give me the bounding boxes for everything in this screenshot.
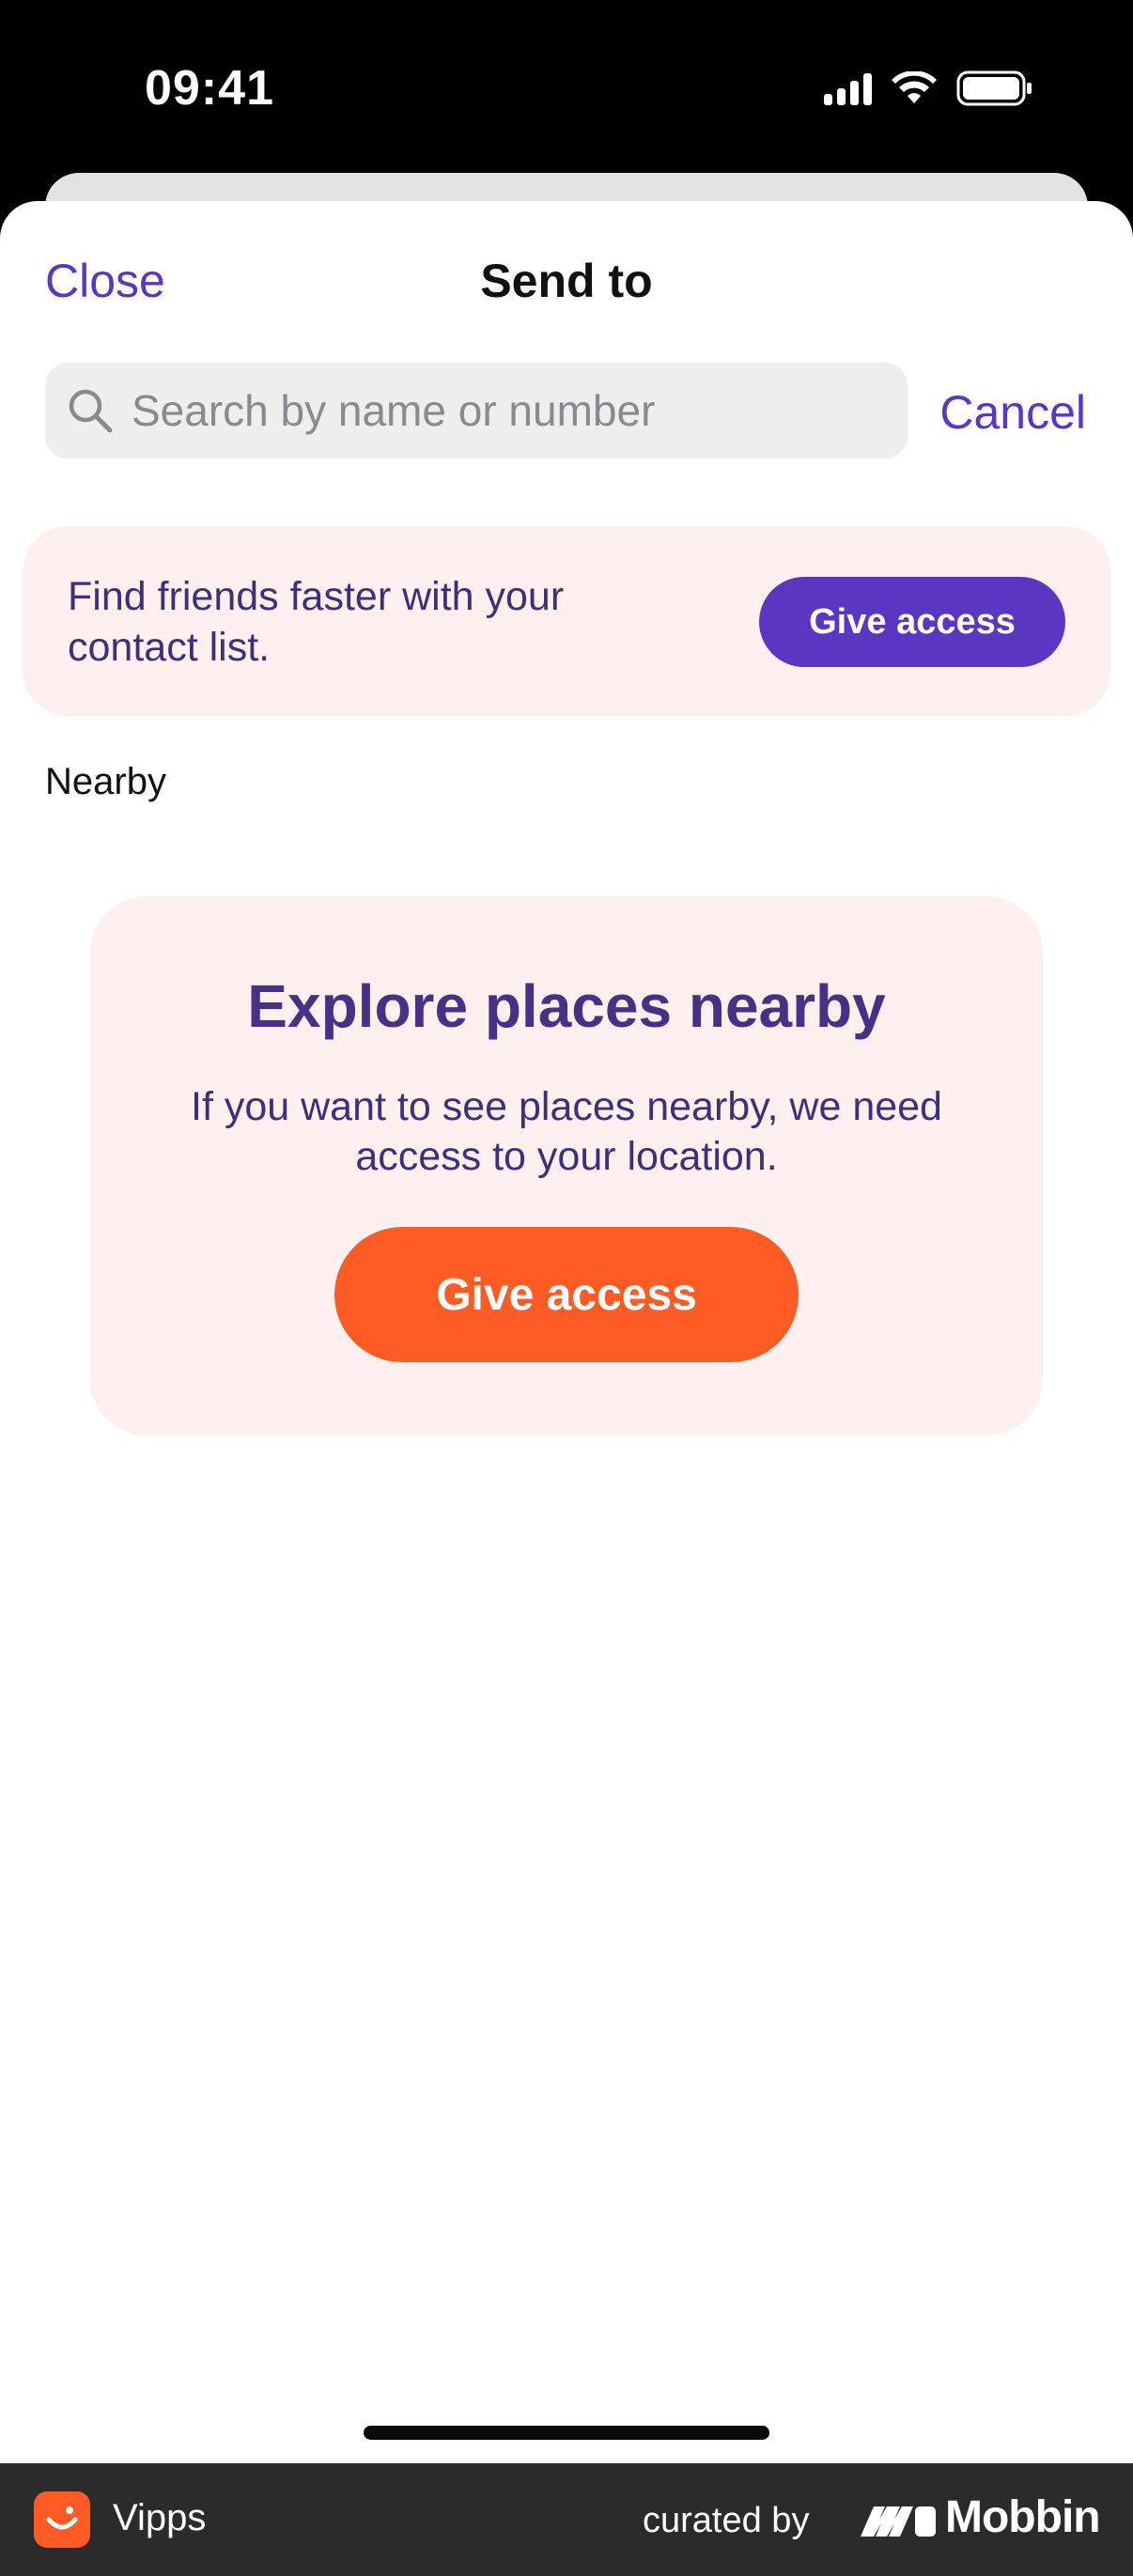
- app-name: Vipps: [113, 2497, 207, 2538]
- send-to-sheet: Send to Close Cancel Find friends faster…: [0, 201, 1133, 2463]
- home-indicator[interactable]: [364, 2426, 769, 2440]
- cancel-button[interactable]: Cancel: [939, 385, 1086, 440]
- mobbin-brand-name: Mobbin: [945, 2492, 1101, 2542]
- location-access-card: Explore places nearby If you want to see…: [90, 896, 1043, 1435]
- search-field[interactable]: [45, 363, 908, 458]
- search-input[interactable]: [132, 385, 864, 436]
- curated-by-label: curated by: [643, 2501, 810, 2540]
- give-contacts-access-button[interactable]: Give access: [759, 577, 1065, 667]
- wifi-icon: [892, 71, 937, 103]
- screen: 09:41 Send to Close Search by name or nu…: [0, 0, 1133, 2576]
- section-title-nearby: Nearby: [45, 761, 166, 802]
- location-card-title: Explore places nearby: [247, 972, 886, 1040]
- vipps-logo-icon: [34, 2491, 90, 2548]
- contacts-access-banner: Find friends faster with your contact li…: [23, 526, 1110, 716]
- location-card-text: If you want to see places nearby, we nee…: [191, 1084, 942, 1179]
- status-bar: 09:41: [0, 0, 1133, 178]
- close-button[interactable]: Close: [45, 254, 165, 308]
- cellular-signal-icon: [824, 71, 872, 105]
- contacts-banner-text: Find friends faster with your contact li…: [68, 574, 565, 670]
- battery-icon: [956, 70, 1032, 106]
- mobbin-logo-icon: [861, 2506, 936, 2537]
- page-title: Send to: [480, 255, 653, 307]
- give-location-access-button[interactable]: Give access: [334, 1227, 799, 1362]
- search-icon: [69, 389, 113, 433]
- footer-bar: Vipps curated by Mobbin: [0, 2463, 1133, 2576]
- status-time: 09:41: [145, 61, 274, 116]
- status-icons: [824, 70, 1033, 107]
